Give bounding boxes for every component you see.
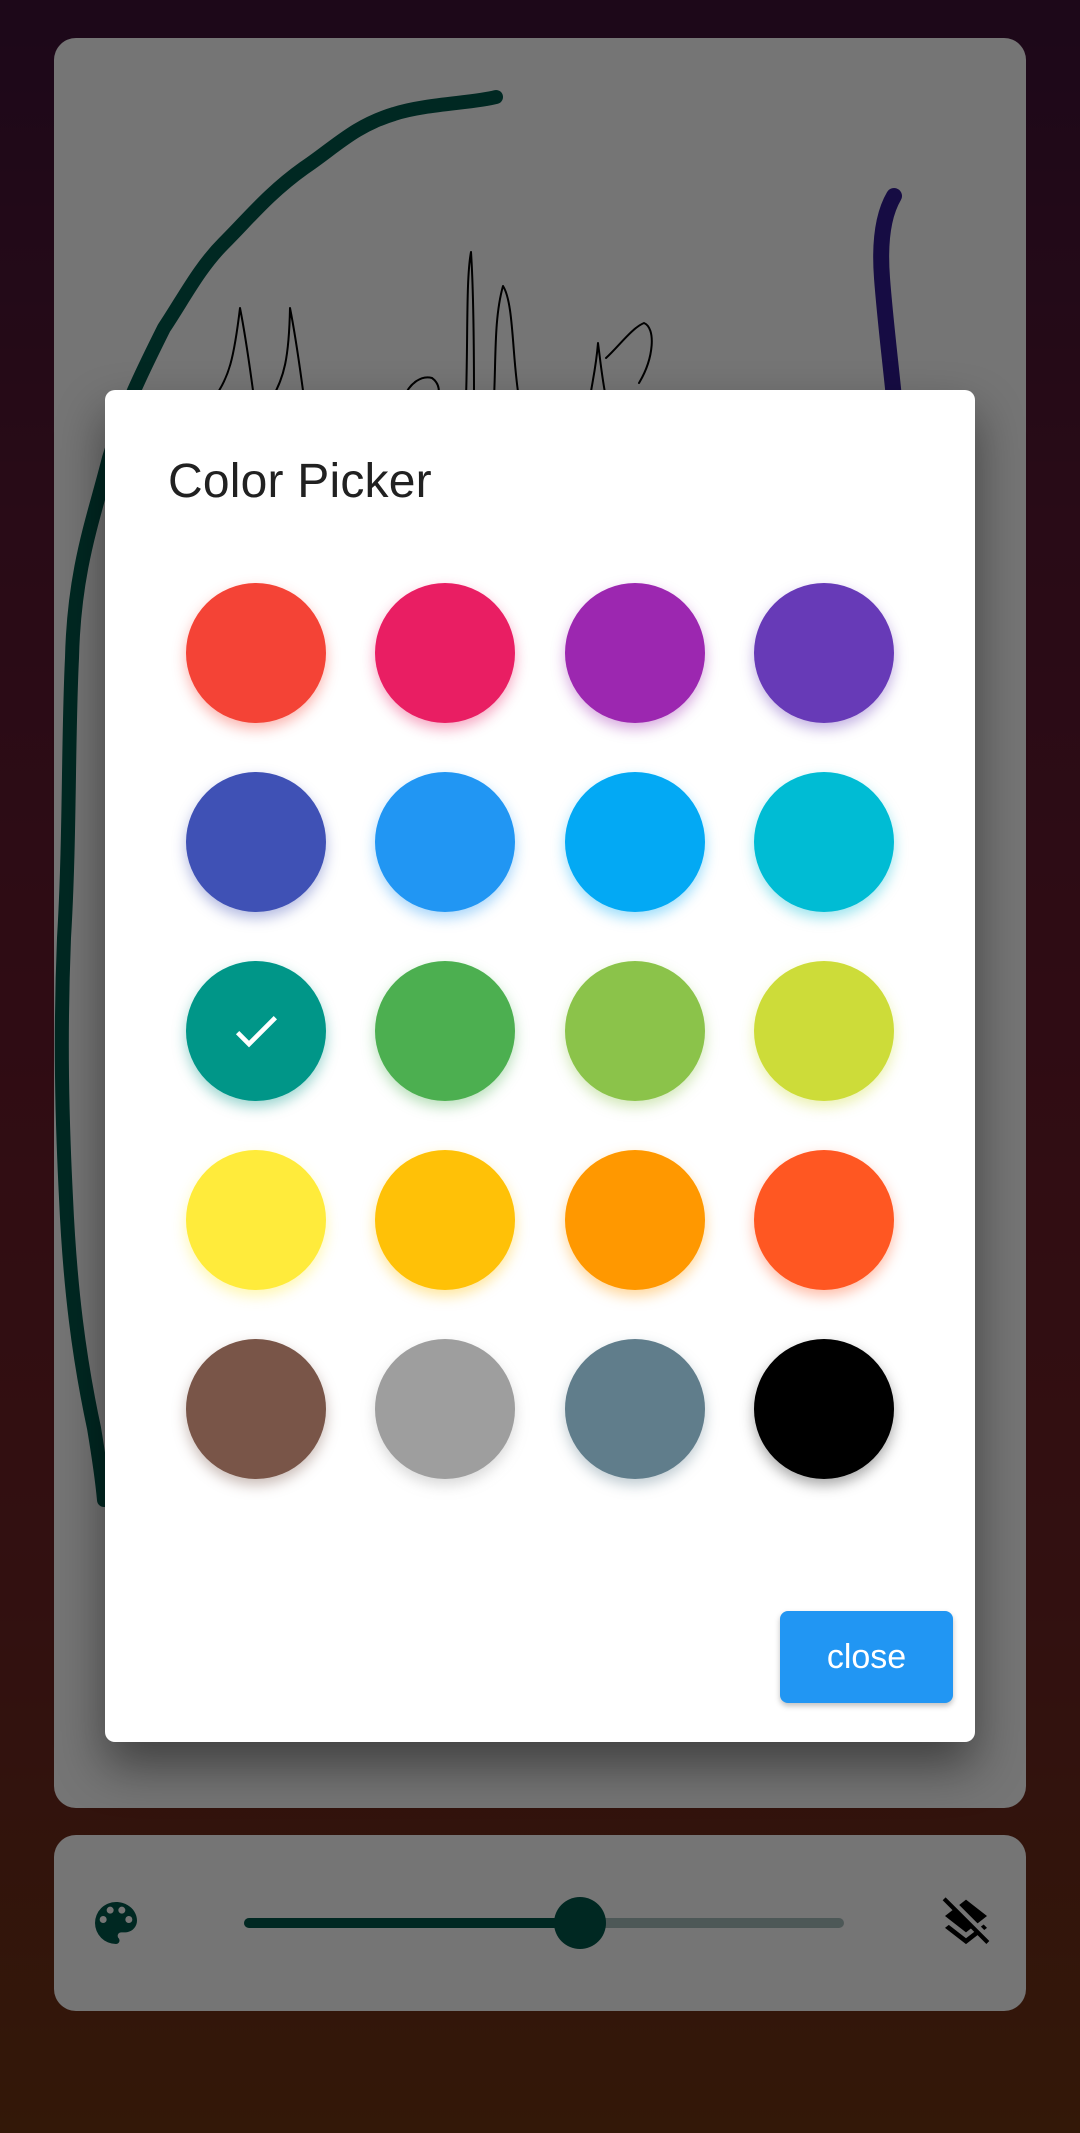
swatch-deep-purple[interactable] bbox=[753, 583, 894, 723]
swatch-orange[interactable] bbox=[564, 1150, 705, 1290]
swatch-deep-orange[interactable] bbox=[753, 1150, 894, 1290]
swatch-blue[interactable] bbox=[375, 772, 516, 912]
swatch-cyan[interactable] bbox=[753, 772, 894, 912]
swatch-purple[interactable] bbox=[564, 583, 705, 723]
swatch-teal[interactable] bbox=[186, 961, 326, 1101]
swatch-grey[interactable] bbox=[375, 1339, 516, 1479]
swatch-lime[interactable] bbox=[753, 961, 894, 1101]
swatch-light-green[interactable] bbox=[564, 961, 705, 1101]
swatch-black[interactable] bbox=[753, 1339, 894, 1479]
swatch-pink[interactable] bbox=[375, 583, 516, 723]
swatch-amber[interactable] bbox=[375, 1150, 516, 1290]
check-icon bbox=[235, 1016, 277, 1048]
swatch-indigo[interactable] bbox=[186, 772, 326, 912]
swatch-light-blue[interactable] bbox=[564, 772, 705, 912]
swatch-green[interactable] bbox=[375, 961, 516, 1101]
swatch-yellow[interactable] bbox=[186, 1150, 326, 1290]
color-picker-dialog: Color Picker close bbox=[105, 390, 975, 1742]
swatch-blue-grey[interactable] bbox=[564, 1339, 705, 1479]
close-button[interactable]: close bbox=[780, 1611, 953, 1703]
color-swatch-grid bbox=[186, 583, 894, 1479]
swatch-red[interactable] bbox=[186, 583, 326, 723]
dialog-title: Color Picker bbox=[168, 455, 432, 508]
swatch-brown[interactable] bbox=[186, 1339, 326, 1479]
